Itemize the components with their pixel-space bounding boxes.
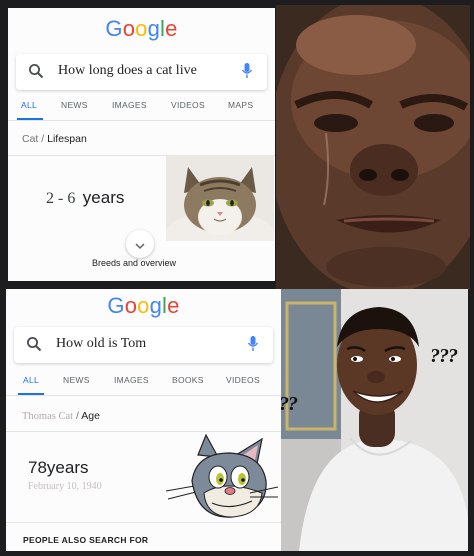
breadcrumb-child: Age — [81, 410, 100, 422]
search-icon[interactable] — [26, 336, 42, 357]
breadcrumb: Thomas Cat / Age — [22, 410, 100, 422]
tab-images[interactable]: IMAGES — [112, 100, 147, 110]
divider — [6, 522, 281, 523]
breadcrumb-separator: / — [75, 410, 79, 422]
crying-man-photo — [276, 5, 470, 290]
tab-videos[interactable]: VIDEOS — [226, 375, 260, 385]
search-bar[interactable]: How long does a cat live — [16, 54, 267, 90]
tab-books[interactable]: BOOKS — [172, 375, 204, 385]
search-tabs: ALL NEWS IMAGES BOOKS VIDEOS — [6, 367, 281, 395]
google-panel-bottom: Google How old is Tom ALL NEWS IMAGES BO… — [6, 289, 281, 551]
breadcrumb-separator: / — [41, 133, 45, 145]
tab-maps[interactable]: MAPS — [228, 100, 253, 110]
breadcrumb: Cat / Lifespan — [22, 133, 87, 145]
tab-news[interactable]: NEWS — [63, 375, 90, 385]
divider — [6, 395, 281, 396]
answer-unit: years — [46, 458, 89, 477]
mic-icon[interactable] — [241, 62, 253, 85]
answer-unit: years — [82, 188, 125, 207]
google-logo: Google — [105, 16, 178, 41]
google-panel-top: Google How long does a cat live ALL NEWS… — [8, 8, 275, 281]
divider — [8, 120, 275, 121]
search-bar[interactable]: How old is Tom — [14, 327, 273, 363]
tab-videos[interactable]: VIDEOS — [171, 100, 205, 110]
tom-cartoon — [165, 431, 281, 521]
chevron-down-icon — [135, 238, 145, 256]
question-marks-right: ??? — [430, 345, 458, 367]
question-marks-left: ?? — [281, 393, 298, 415]
expand-button[interactable] — [126, 230, 154, 258]
search-tabs: ALL NEWS IMAGES VIDEOS MAPS — [8, 92, 275, 120]
answer-value: 2 - 6 years — [46, 188, 124, 208]
cat-photo — [166, 155, 274, 241]
answer-number: 78 — [28, 458, 47, 477]
tab-all[interactable]: ALL — [21, 100, 37, 110]
breadcrumb-child: Lifespan — [47, 133, 87, 145]
breeds-overview-link[interactable]: Breeds and overview — [92, 258, 176, 268]
confused-man-photo: ??? ?? — [281, 289, 468, 551]
google-logo: Google — [107, 293, 180, 318]
search-icon[interactable] — [28, 63, 44, 84]
answer-number: 2 - 6 — [46, 190, 76, 207]
tab-all[interactable]: ALL — [23, 375, 39, 385]
search-query[interactable]: How long does a cat live — [58, 63, 197, 79]
tab-news[interactable]: NEWS — [61, 100, 88, 110]
answer-value: 78years — [28, 458, 89, 478]
breadcrumb-parent[interactable]: Thomas Cat — [22, 411, 73, 422]
tab-images[interactable]: IMAGES — [114, 375, 149, 385]
people-also-search-heading: PEOPLE ALSO SEARCH FOR — [23, 535, 149, 545]
search-query[interactable]: How old is Tom — [56, 336, 146, 352]
mic-icon[interactable] — [247, 335, 259, 358]
breadcrumb-parent[interactable]: Cat — [22, 133, 38, 145]
answer-date: February 10, 1940 — [28, 481, 102, 492]
